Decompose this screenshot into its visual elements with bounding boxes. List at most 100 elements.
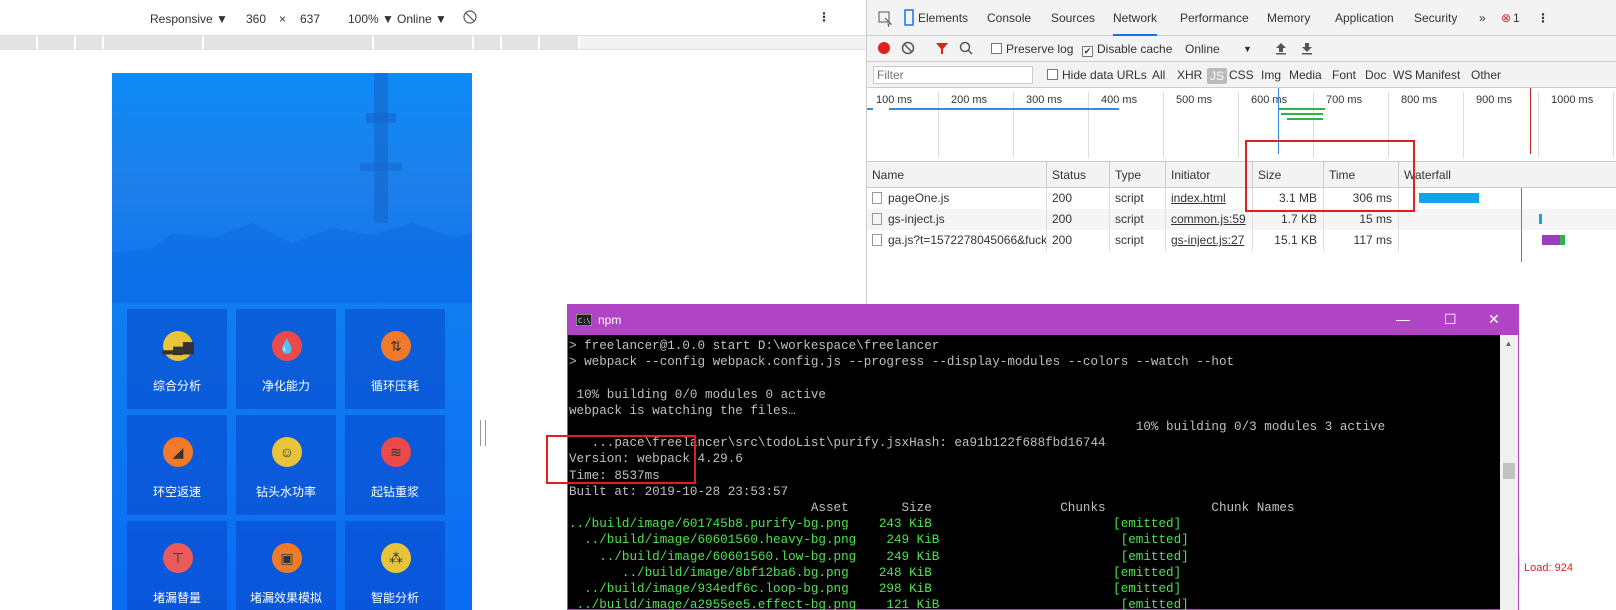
- timeline-tick: 300 ms: [1026, 94, 1063, 106]
- scroll-thumb[interactable]: [1503, 463, 1515, 479]
- device-toggle-icon[interactable]: [901, 0, 917, 36]
- cell-initiator[interactable]: index.html: [1166, 188, 1253, 209]
- close-icon[interactable]: ✕: [1488, 311, 1500, 328]
- overview-bar-pageone: [889, 108, 1119, 110]
- waterfall-bar-gsinject: [1539, 214, 1542, 224]
- error-icon[interactable]: ⊗: [1501, 0, 1511, 36]
- maximize-icon[interactable]: ☐: [1444, 311, 1457, 328]
- cell-time-text: 117 ms: [1353, 233, 1392, 247]
- cell-initiator[interactable]: common.js:59: [1166, 209, 1253, 230]
- height-input[interactable]: 637: [300, 12, 320, 26]
- throttling-arrow[interactable]: ▼: [1243, 44, 1252, 54]
- timeline-tick: 200 ms: [951, 94, 988, 106]
- tab-application[interactable]: Application: [1335, 0, 1394, 36]
- column-header-type[interactable]: Type: [1110, 162, 1166, 188]
- kebab-menu-icon[interactable]: ⋮: [818, 10, 830, 24]
- resize-handle[interactable]: [480, 420, 486, 446]
- disable-cache-checkbox[interactable]: ✔ Disable cache: [1082, 42, 1172, 57]
- tab-console[interactable]: Console: [987, 0, 1031, 36]
- tab-sources[interactable]: Sources: [1051, 0, 1095, 36]
- phone-screen: ▂▄▆ 综合分析 💧 净化能力 ⇅ 循环压耗 ◢ 环空返速 ☺ 钻头水功率 ≋ 起钻重浆 ⊤ 堵漏替量 ▣ 堵…: [112, 73, 472, 610]
- export-har-icon[interactable]: [1301, 41, 1313, 58]
- type-filter-all[interactable]: All: [1152, 68, 1165, 82]
- type-filter-ws[interactable]: WS: [1393, 68, 1412, 82]
- clear-icon[interactable]: [901, 41, 915, 58]
- terminal-line: Built at: 2019-10-28 23:53:57: [569, 484, 789, 499]
- terminal-line: ../build/image/8bf12ba6.bg.png 248 KiB […: [569, 565, 1182, 580]
- tab-network[interactable]: Network: [1113, 0, 1158, 36]
- column-header-status[interactable]: Status: [1047, 162, 1110, 188]
- filter-icon[interactable]: [935, 41, 949, 58]
- menu-item[interactable]: ◢ 环空返速: [127, 415, 227, 515]
- plug-icon: ⊤: [163, 543, 193, 573]
- device-select[interactable]: Responsive ▼: [150, 12, 228, 26]
- cell-name-text: gs-inject.js: [888, 212, 945, 226]
- column-header-waterfall[interactable]: Waterfall: [1399, 162, 1616, 188]
- waterfall-bar-ga-2: [1560, 235, 1565, 245]
- waterfall-marker: [1521, 188, 1522, 262]
- terminal-line: ../build/image/934edf6c.loop-bg.png 298 …: [569, 582, 1182, 596]
- menu-item[interactable]: ⇅ 循环压耗: [345, 309, 445, 409]
- devtools-menu-icon[interactable]: ⋮: [1537, 0, 1549, 36]
- menu-item[interactable]: ▂▄▆ 综合分析: [127, 309, 227, 409]
- inspect-icon[interactable]: [877, 0, 893, 36]
- tab-elements[interactable]: Elements: [918, 0, 968, 36]
- timeline-gridline: [1538, 92, 1539, 158]
- type-filter-doc[interactable]: Doc: [1365, 68, 1386, 82]
- filter-input[interactable]: [873, 66, 1033, 84]
- cell-time: 117 ms: [1324, 230, 1399, 251]
- column-header-name[interactable]: Name: [867, 162, 1047, 188]
- column-header-initiator[interactable]: Initiator: [1166, 162, 1253, 188]
- menu-item[interactable]: ⁂ 智能分析: [345, 521, 445, 610]
- type-filter-media[interactable]: Media: [1289, 68, 1322, 82]
- type-filter-css[interactable]: CSS: [1229, 68, 1254, 82]
- cell-initiator[interactable]: gs-inject.js:27: [1166, 230, 1253, 251]
- tab-security[interactable]: Security: [1414, 0, 1457, 36]
- file-icon: [872, 234, 882, 246]
- terminal-line: ../build/image/601745b8.purify-bg.png 24…: [569, 517, 1182, 532]
- terminal-scrollbar[interactable]: ▲: [1500, 335, 1518, 610]
- terminal-line: 10% building 0/0 modules 0 active: [569, 387, 826, 402]
- throttling-select[interactable]: Online: [1185, 42, 1220, 56]
- search-icon[interactable]: [959, 41, 973, 58]
- type-filter-xhr[interactable]: XHR: [1177, 68, 1202, 82]
- import-har-icon[interactable]: [1275, 41, 1287, 58]
- minimize-icon[interactable]: —: [1396, 311, 1410, 327]
- type-filter-manifest[interactable]: Manifest: [1415, 68, 1460, 82]
- cell-status: 200: [1047, 188, 1110, 209]
- rotate-icon[interactable]: [463, 10, 477, 27]
- skyline-silhouette-icon: [112, 223, 472, 303]
- menu-item-label: 综合分析: [152, 379, 201, 393]
- type-filter-font[interactable]: Font: [1332, 68, 1356, 82]
- cell-initiator-text: index.html: [1171, 191, 1226, 205]
- hide-data-urls-checkbox[interactable]: Hide data URLs: [1047, 68, 1147, 82]
- overview-bar-start: [867, 108, 873, 110]
- tab-memory[interactable]: Memory: [1267, 0, 1310, 36]
- timeline-gridline: [938, 92, 939, 158]
- disable-cache-label: Disable cache: [1097, 42, 1173, 56]
- leaf-icon: ◢: [163, 437, 193, 467]
- type-filter-js[interactable]: JS: [1207, 68, 1228, 84]
- preserve-log-checkbox[interactable]: Preserve log: [991, 42, 1073, 56]
- tab-performance[interactable]: Performance: [1180, 0, 1249, 36]
- record-icon[interactable]: [877, 41, 891, 58]
- width-input[interactable]: 360: [246, 12, 266, 26]
- menu-item[interactable]: ▣ 堵漏效果模拟: [236, 521, 336, 610]
- menu-item[interactable]: ☺ 钻头水功率: [236, 415, 336, 515]
- terminal-output[interactable]: > freelancer@1.0.0 start D:\workespace\f…: [568, 335, 1500, 610]
- terminal-line: ../build/image/a2955ee5.effect-bg.png 12…: [569, 598, 1189, 610]
- type-filter-img[interactable]: Img: [1261, 68, 1281, 82]
- more-tabs-icon[interactable]: »: [1479, 0, 1486, 36]
- timeline-gridline: [1163, 92, 1164, 158]
- overview-bar-ga-2: [1281, 113, 1323, 115]
- type-filter-other[interactable]: Other: [1471, 68, 1501, 82]
- throttle-select[interactable]: Online ▼: [397, 12, 447, 26]
- annotation-box-size-time: [1245, 140, 1415, 212]
- menu-item-label: 循环压耗: [370, 379, 419, 393]
- zoom-select[interactable]: 100% ▼: [348, 12, 394, 26]
- menu-item[interactable]: ⊤ 堵漏替量: [127, 521, 227, 610]
- timeline-tick: 900 ms: [1476, 94, 1513, 106]
- timeline-gridline: [1238, 92, 1239, 158]
- menu-item[interactable]: 💧 净化能力: [236, 309, 336, 409]
- menu-item[interactable]: ≋ 起钻重浆: [345, 415, 445, 515]
